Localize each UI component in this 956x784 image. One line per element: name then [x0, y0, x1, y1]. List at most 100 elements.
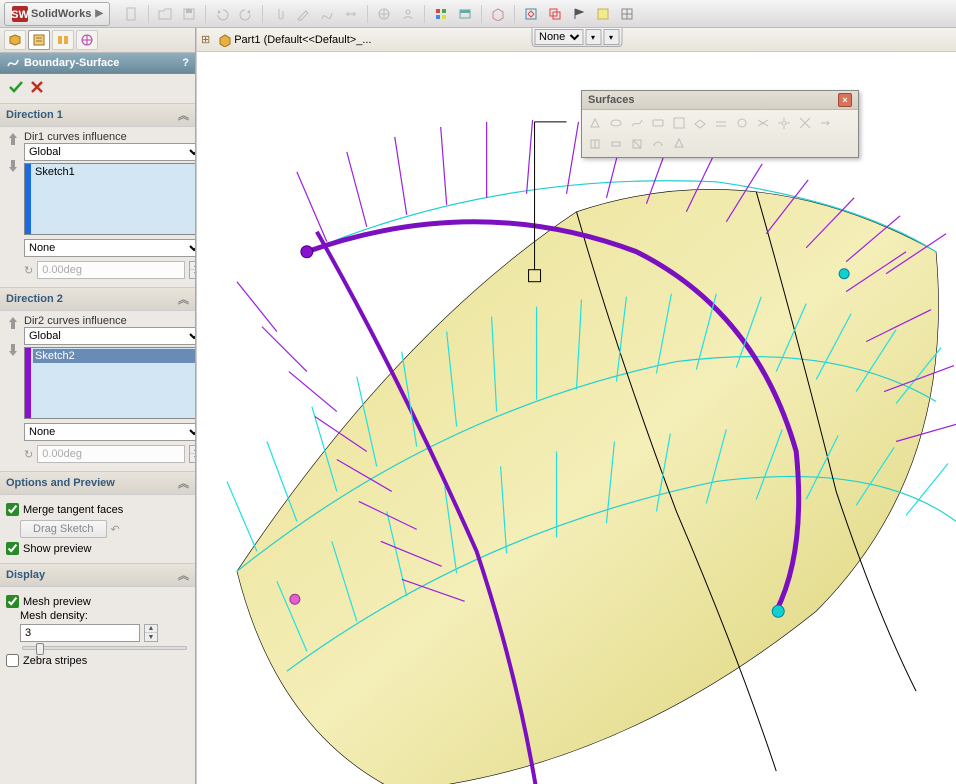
dir1-tangent-select[interactable]: None	[24, 239, 196, 257]
drag-sketch-button[interactable]: Drag Sketch	[20, 520, 107, 538]
sketch-icon[interactable]	[293, 4, 313, 24]
property-manager-panel: Boundary-Surface ? Direction 1︽ Dir1 cur…	[0, 28, 196, 784]
undo-drag-icon[interactable]: ↶	[111, 523, 120, 536]
direction2-header[interactable]: Direction 2︽	[0, 287, 195, 311]
options-header[interactable]: Options and Preview︽	[0, 471, 195, 495]
part-reference[interactable]: Part1 (Default<<Default>_...	[214, 33, 375, 47]
grid-icon[interactable]	[617, 4, 637, 24]
density-slider[interactable]	[22, 646, 187, 650]
rotate-icon[interactable]: ↻	[24, 264, 33, 277]
note-icon[interactable]	[593, 4, 613, 24]
layers-icon[interactable]	[545, 4, 565, 24]
logo[interactable]: SW SolidWorks ▶	[4, 2, 110, 26]
save-icon[interactable]	[179, 4, 199, 24]
surfaces-toolbar-titlebar[interactable]: Surfaces ×	[582, 91, 858, 110]
dir2-tangent-select[interactable]: None	[24, 423, 196, 441]
radiate-surface-icon[interactable]	[775, 114, 793, 132]
viewport-filter-dropdown: None ▾ ▾	[531, 28, 622, 47]
merge-tangent-checkbox[interactable]	[6, 503, 19, 516]
untrim-icon[interactable]	[670, 135, 688, 153]
surfaces-toolbar-body	[582, 110, 858, 157]
new-file-icon[interactable]	[122, 4, 142, 24]
direction1-header[interactable]: Direction 1︽	[0, 103, 195, 127]
dir1-curves-list[interactable]: Sketch1	[24, 163, 196, 235]
curve-icon[interactable]	[317, 4, 337, 24]
filter-select[interactable]: None	[534, 29, 583, 45]
panel-tabs	[0, 28, 195, 53]
spin-down[interactable]: ▼	[145, 633, 157, 641]
planar-surface-icon[interactable]	[691, 114, 709, 132]
slider-thumb[interactable]	[36, 643, 44, 655]
direction1-body: Dir1 curves influence Global Sketch1 Non…	[0, 127, 195, 287]
flag-icon[interactable]	[569, 4, 589, 24]
collapse-icon: ︽	[178, 291, 189, 307]
tab-property-mgr[interactable]	[28, 30, 50, 50]
show-preview-checkbox[interactable]	[6, 542, 19, 555]
lofted-surface-icon[interactable]	[649, 114, 667, 132]
redo-icon[interactable]	[236, 4, 256, 24]
dir1-angle-input[interactable]	[37, 261, 185, 279]
collapse-icon: ︽	[178, 567, 189, 583]
tab-feature-tree[interactable]	[4, 30, 26, 50]
replace-face-icon[interactable]	[649, 135, 667, 153]
dir2-list-item[interactable]: Sketch2	[33, 349, 196, 363]
feature-title-bar: Boundary-Surface ?	[0, 53, 195, 74]
mesh-preview-checkbox[interactable]	[6, 595, 19, 608]
direction2-body: Dir2 curves influence Global Sketch2 Non…	[0, 311, 195, 471]
expand-icon[interactable]	[521, 4, 541, 24]
globe-icon[interactable]	[374, 4, 394, 24]
options-body: Merge tangent faces Drag Sketch ↶ Show p…	[0, 495, 195, 563]
undo-icon[interactable]	[212, 4, 232, 24]
move-down-button[interactable]	[6, 342, 20, 361]
app-header: SW SolidWorks ▶	[0, 0, 956, 28]
dir1-influence-label: Dir1 curves influence	[24, 131, 196, 143]
extruded-surface-icon[interactable]	[586, 114, 604, 132]
mesh-density-input[interactable]	[20, 624, 140, 642]
move-up-button[interactable]	[6, 315, 20, 334]
filter-options-button[interactable]: ▾	[603, 29, 619, 45]
tab-display-mgr[interactable]	[76, 30, 98, 50]
cancel-button[interactable]	[30, 80, 44, 97]
thicken-icon[interactable]	[607, 135, 625, 153]
open-icon[interactable]	[155, 4, 175, 24]
ruled-surface-icon[interactable]	[754, 114, 772, 132]
move-up-button[interactable]	[6, 131, 20, 150]
collapse-icon: ︽	[178, 107, 189, 123]
spin-up[interactable]: ▲	[145, 625, 157, 633]
delete-face-icon[interactable]	[628, 135, 646, 153]
boundary-surface-icon[interactable]	[670, 114, 688, 132]
rotate-icon[interactable]: ↻	[24, 448, 33, 461]
user-icon[interactable]	[398, 4, 418, 24]
zebra-stripes-checkbox[interactable]	[6, 654, 19, 667]
dir2-influence-select[interactable]: Global	[24, 327, 196, 345]
swept-surface-icon[interactable]	[628, 114, 646, 132]
color-palette-icon[interactable]	[431, 4, 451, 24]
expand-tree-icon[interactable]: ⊞	[201, 33, 210, 46]
3d-surface-preview[interactable]	[197, 52, 956, 784]
ok-button[interactable]	[8, 80, 24, 97]
filter-menu-button[interactable]: ▾	[585, 29, 601, 45]
attach-icon[interactable]	[269, 4, 289, 24]
help-button[interactable]: ?	[182, 57, 189, 69]
measure-icon[interactable]	[341, 4, 361, 24]
3d-viewport[interactable]: ⊞ Part1 (Default<<Default>_... None ▾ ▾	[196, 28, 956, 784]
dir1-list-item[interactable]: Sketch1	[33, 165, 196, 179]
surfaces-floating-toolbar[interactable]: Surfaces ×	[581, 90, 859, 158]
revolved-surface-icon[interactable]	[607, 114, 625, 132]
fill-surface-icon[interactable]	[733, 114, 751, 132]
offset-surface-icon[interactable]	[712, 114, 730, 132]
move-down-button[interactable]	[6, 158, 20, 177]
display-header[interactable]: Display︽	[0, 563, 195, 587]
extend-surface-icon[interactable]	[817, 114, 835, 132]
close-button[interactable]: ×	[838, 93, 852, 107]
feature-title: Boundary-Surface	[24, 57, 119, 69]
tab-config-mgr[interactable]	[52, 30, 74, 50]
knit-surface-icon[interactable]	[586, 135, 604, 153]
appearance-icon[interactable]	[455, 4, 475, 24]
dir2-curves-list[interactable]: Sketch2	[24, 347, 196, 419]
trim-surface-icon[interactable]	[796, 114, 814, 132]
logo-dropdown-icon: ▶	[95, 8, 103, 19]
dir2-angle-input[interactable]	[37, 445, 185, 463]
box-icon[interactable]	[488, 4, 508, 24]
dir1-influence-select[interactable]: Global	[24, 143, 196, 161]
